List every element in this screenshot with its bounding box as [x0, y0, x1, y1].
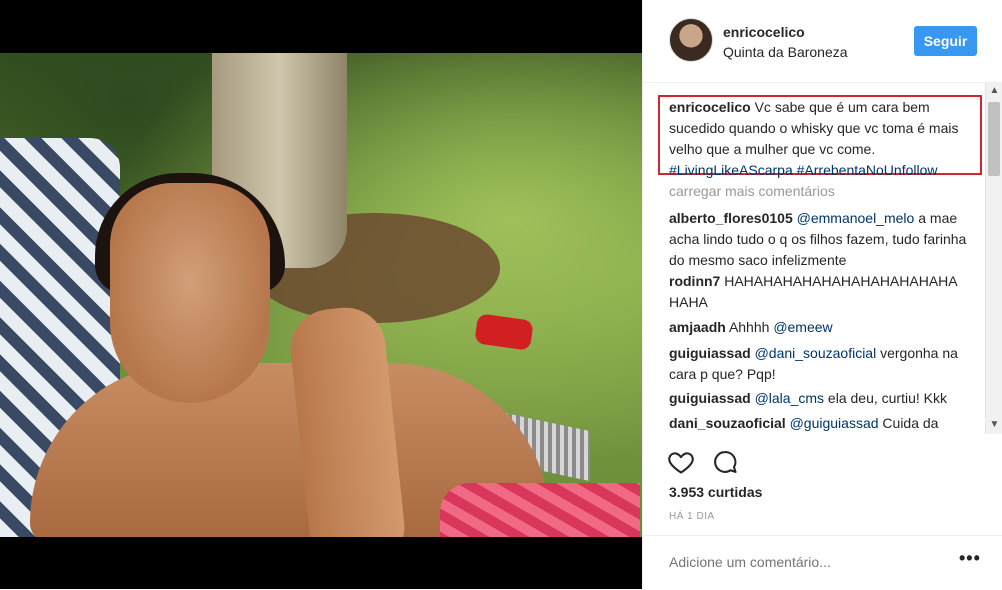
likes-count[interactable]: 3.953 curtidas: [669, 484, 762, 500]
comment-text: Cuida da: [882, 415, 939, 431]
comment-mention[interactable]: @emeew: [773, 319, 832, 335]
comment-username[interactable]: guiguiassad: [669, 390, 751, 406]
photo-shorts: [440, 483, 640, 537]
caption: enricocelico Vc sabe que é um cara bem s…: [669, 97, 969, 181]
follow-button[interactable]: Seguir: [914, 26, 977, 56]
post-sidebar: enricocelico Quinta da Baroneza Seguir e…: [642, 0, 1002, 589]
more-options-icon[interactable]: •••: [959, 548, 981, 569]
scroll-up-arrow-icon[interactable]: ▲: [986, 84, 1002, 98]
post-header: enricocelico Quinta da Baroneza Seguir: [643, 0, 1002, 83]
comment-username[interactable]: dani_souzaoficial: [669, 415, 786, 431]
avatar[interactable]: [669, 18, 713, 62]
comment-item: guiguiassad @dani_souzaoficial vergonha …: [669, 343, 969, 385]
add-comment-input[interactable]: [669, 554, 929, 570]
comments-list[interactable]: enricocelico Vc sabe que é um cara bem s…: [643, 82, 985, 434]
comment-username[interactable]: guiguiassad: [669, 345, 751, 361]
post-username[interactable]: enricocelico: [723, 24, 805, 40]
load-more-comments-link[interactable]: carregar mais comentários: [669, 183, 835, 199]
comment-mention[interactable]: @dani_souzaoficial: [755, 345, 877, 361]
comment-mention[interactable]: @lala_cms: [755, 390, 824, 406]
comment-item: guiguiassad @lala_cms ela deu, curtiu! K…: [669, 388, 969, 409]
photo-person: [0, 133, 642, 537]
caption-hashtags[interactable]: #LivingLikeAScarpa #ArrebentaNoUnfollow: [669, 162, 938, 178]
comment-item: rodinn7 HAHAHAHAHAHAHAHAHAHAHAHA HAHA: [669, 271, 969, 313]
scrollbar-thumb[interactable]: [988, 102, 1000, 176]
photo-face: [110, 183, 270, 403]
comment-username[interactable]: amjaadh: [669, 319, 726, 335]
heart-icon[interactable]: [667, 448, 695, 476]
comment-mention[interactable]: @emmanoel_melo: [797, 210, 915, 226]
comment-username[interactable]: rodinn7: [669, 273, 720, 289]
post-location[interactable]: Quinta da Baroneza: [723, 44, 848, 60]
comment-item: dani_souzaoficial @guiguiassad Cuida da: [669, 413, 969, 434]
comment-text: ela deu, curtiu! Kkk: [827, 390, 947, 406]
post-actions: 3.953 curtidas HÁ 1 DIA: [643, 434, 1002, 534]
comment-text: Ahhhh: [728, 319, 770, 335]
comment-item: amjaadh Ahhhh @emeew: [669, 317, 969, 338]
caption-username[interactable]: enricocelico: [669, 99, 751, 115]
comments-scrollbar[interactable]: ▲ ▼: [985, 82, 1002, 434]
post-photo[interactable]: [0, 53, 642, 537]
comment-item: alberto_flores0105 @emmanoel_melo a mae …: [669, 208, 969, 271]
comment-username[interactable]: alberto_flores0105: [669, 210, 793, 226]
photo-pane: [0, 0, 642, 589]
post-timestamp: HÁ 1 DIA: [669, 511, 715, 522]
add-comment-bar: •••: [643, 535, 1002, 590]
scroll-down-arrow-icon[interactable]: ▼: [986, 418, 1002, 432]
comment-mention[interactable]: @guiguiassad: [790, 415, 879, 431]
comment-bubble-icon[interactable]: [711, 448, 739, 476]
